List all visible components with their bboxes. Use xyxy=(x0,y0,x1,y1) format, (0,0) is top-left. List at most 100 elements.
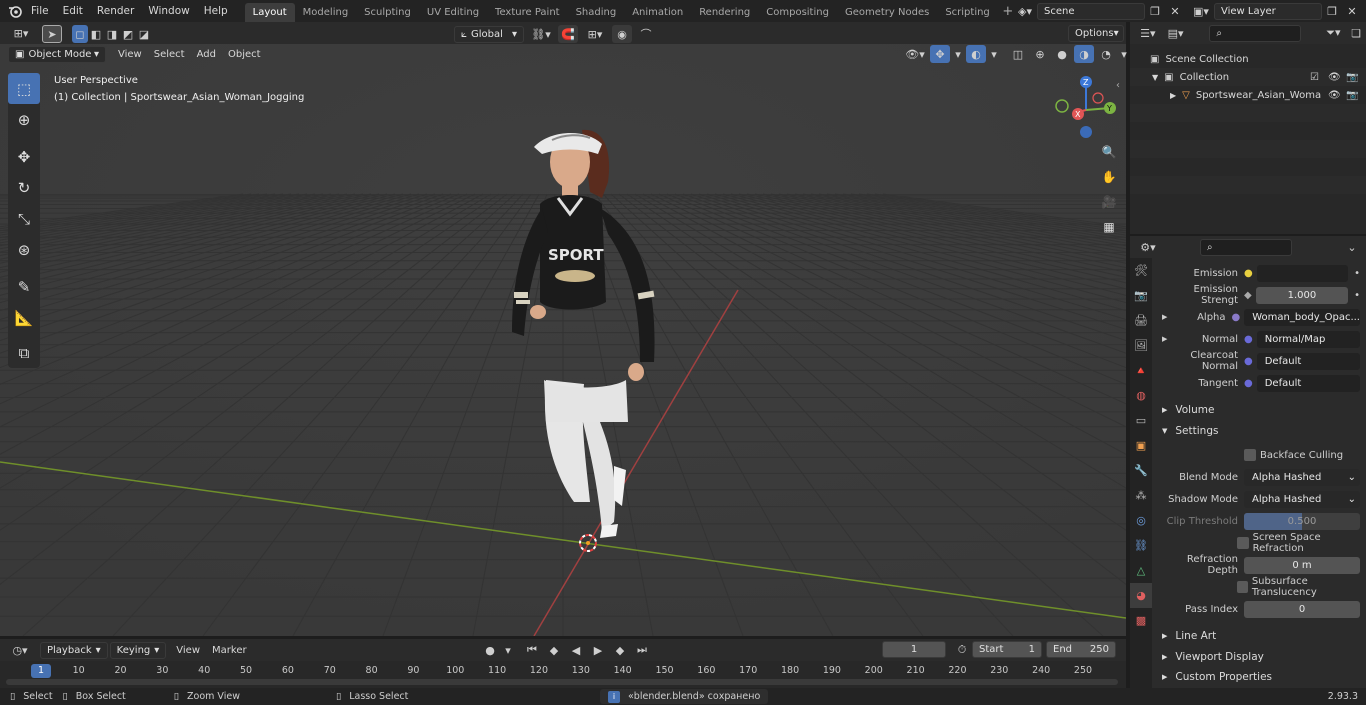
keyframe-dot-icon[interactable]: • xyxy=(1354,268,1360,279)
outliner-search-input[interactable]: ⌕ xyxy=(1209,24,1301,42)
menu-file[interactable]: File xyxy=(24,0,56,22)
tab-uv-editing[interactable]: UV Editing xyxy=(419,3,487,22)
select-new-icon[interactable]: ◻ xyxy=(72,25,88,43)
gizmo-dropdown-icon[interactable]: ▾ xyxy=(952,45,964,63)
particles-tab-icon[interactable]: ⁂ xyxy=(1130,483,1152,508)
constraints-tab-icon[interactable]: ⛓ xyxy=(1130,533,1152,558)
zoom-icon[interactable]: 🔍 xyxy=(1098,141,1120,163)
new-collection-icon[interactable]: ❏ xyxy=(1346,24,1366,42)
eye-icon[interactable]: 👁 xyxy=(1328,72,1341,83)
output-tab-icon[interactable]: 🖨 xyxy=(1130,308,1152,333)
backface-culling-checkbox[interactable] xyxy=(1244,449,1256,461)
modifier-tab-icon[interactable]: 🔧 xyxy=(1130,458,1152,483)
select-extend-icon[interactable]: ◧ xyxy=(88,25,104,43)
current-frame-field[interactable]: 1 xyxy=(882,641,946,658)
expand-arrow-icon[interactable]: ▶ xyxy=(1162,313,1167,321)
exclude-checkbox-icon[interactable]: ☑ xyxy=(1310,72,1319,83)
keying-dropdown[interactable]: Keying ▾ xyxy=(109,641,167,659)
filter-icon[interactable]: ⏷▾ xyxy=(1321,24,1347,42)
transform-orientation-dropdown[interactable]: ⟀ Global ▾ xyxy=(454,25,524,43)
object-tab-icon[interactable]: ▣ xyxy=(1130,433,1152,458)
play-reverse-icon[interactable]: ◀ xyxy=(566,641,586,659)
refraction-depth-field[interactable]: 0 m xyxy=(1244,556,1360,574)
pass-index-field[interactable]: 0 xyxy=(1244,600,1360,618)
render-tab-icon[interactable]: 📷 xyxy=(1130,283,1152,308)
viewlayer-copy-icon[interactable]: ❐ xyxy=(1322,2,1342,20)
texture-tab-icon[interactable]: ▩ xyxy=(1130,608,1152,633)
keyframe-dot-icon[interactable]: • xyxy=(1354,290,1360,301)
overlay-toggle-icon[interactable]: ◐ xyxy=(966,45,986,63)
select-intersect-icon[interactable]: ◪ xyxy=(136,25,152,43)
pivot-point-icon[interactable]: ⛓▾ xyxy=(528,25,554,43)
shading-dropdown-icon[interactable]: ▾ xyxy=(1118,45,1130,63)
menu-render[interactable]: Render xyxy=(90,0,141,22)
emission-strength-field[interactable]: 1.000 xyxy=(1255,286,1349,304)
outliner-editor-type-icon[interactable]: ☰▾ xyxy=(1134,24,1162,42)
move-tool-icon[interactable]: ✥ xyxy=(8,141,40,172)
options-dropdown[interactable]: Options ▾ xyxy=(1068,25,1124,42)
eye-icon[interactable]: 👁 xyxy=(1328,90,1341,101)
shadow-mode-dropdown[interactable]: Alpha Hashed ⌄ xyxy=(1244,490,1360,508)
snap-icon[interactable]: 🧲 xyxy=(558,25,578,43)
visibility-icon[interactable]: 👁▾ xyxy=(902,45,928,63)
add-cube-tool-icon[interactable]: ⧉ xyxy=(8,337,40,368)
data-tab-icon[interactable]: △ xyxy=(1130,558,1152,583)
tab-scripting[interactable]: Scripting xyxy=(937,3,997,22)
tab-compositing[interactable]: Compositing xyxy=(758,3,837,22)
shading-wireframe-icon[interactable]: ⊕ xyxy=(1030,45,1050,63)
clearcoat-normal-field[interactable]: Default xyxy=(1256,352,1360,370)
select-invert-icon[interactable]: ◩ xyxy=(120,25,136,43)
scene-browse-icon[interactable]: ◈▾ xyxy=(1013,2,1037,20)
outliner-row-scene-collection[interactable]: ▣ Scene Collection xyxy=(1130,50,1366,68)
annotate-tool-icon[interactable]: ✎ xyxy=(8,271,40,302)
display-mode-icon[interactable]: ▤▾ xyxy=(1162,24,1190,42)
tab-texture-paint[interactable]: Texture Paint xyxy=(487,3,568,22)
timeline-scrollbar[interactable] xyxy=(6,679,1118,685)
proportional-edit-icon[interactable]: ◉ xyxy=(612,25,632,43)
camera-render-icon[interactable]: 📷 xyxy=(1346,90,1358,101)
world-tab-icon[interactable]: ◍ xyxy=(1130,383,1152,408)
ssr-checkbox[interactable] xyxy=(1237,537,1249,549)
properties-editor-type-icon[interactable]: ⚙▾ xyxy=(1134,238,1162,256)
prev-keyframe-icon[interactable]: ◆ xyxy=(544,641,564,659)
material-tab-icon[interactable]: ◕ xyxy=(1130,583,1152,608)
tab-modeling[interactable]: Modeling xyxy=(295,3,357,22)
xray-icon[interactable]: ◫ xyxy=(1008,45,1028,63)
perspective-grid-icon[interactable]: ▦ xyxy=(1098,216,1120,238)
preview-range-icon[interactable]: ⏱ xyxy=(952,641,972,659)
view-layer-tab-icon[interactable]: 🖼 xyxy=(1130,333,1152,358)
blender-logo-icon[interactable] xyxy=(6,2,24,20)
scene-tab-icon[interactable]: 🔺 xyxy=(1130,358,1152,383)
tab-animation[interactable]: Animation xyxy=(624,3,691,22)
overlay-dropdown-icon[interactable]: ▾ xyxy=(988,45,1000,63)
measure-tool-icon[interactable]: 📐 xyxy=(8,302,40,333)
timeline-menu-view[interactable]: View xyxy=(170,645,206,656)
subsurface-checkbox[interactable] xyxy=(1236,581,1248,593)
record-dropdown-icon[interactable]: ▾ xyxy=(502,641,514,659)
tab-shading[interactable]: Shading xyxy=(568,3,625,22)
outliner-row-collection[interactable]: ▼ ▣ Collection ☑ 👁 📷 xyxy=(1130,68,1366,86)
camera-view-icon[interactable]: 🎥 xyxy=(1098,191,1120,213)
select-subtract-icon[interactable]: ◨ xyxy=(104,25,120,43)
jump-start-icon[interactable]: ⏮ xyxy=(522,641,542,659)
line-art-section-header[interactable]: ▶ Line Art xyxy=(1154,626,1366,646)
timeline-menu-marker[interactable]: Marker xyxy=(206,645,253,656)
scene-remove-icon[interactable]: ✕ xyxy=(1165,2,1185,20)
viewport-display-section-header[interactable]: ▶ Viewport Display xyxy=(1154,647,1366,667)
settings-section-header[interactable]: ▼ Settings xyxy=(1154,421,1366,441)
shading-rendered-icon[interactable]: ◔ xyxy=(1096,45,1116,63)
outliner-row-object[interactable]: ▶ ▽ Sportswear_Asian_Woma 👁 📷 xyxy=(1130,86,1366,104)
clip-threshold-slider[interactable]: 0.500 xyxy=(1244,512,1360,530)
navigation-gizmo[interactable]: Z Y X xyxy=(1050,74,1120,144)
expand-arrow-icon[interactable]: ▼ xyxy=(1152,73,1158,82)
expand-arrow-icon[interactable]: ▶ xyxy=(1162,335,1167,343)
tangent-field[interactable]: Default xyxy=(1256,374,1360,392)
select-box-tool-icon[interactable]: ⬚ xyxy=(8,73,40,104)
menu-view[interactable]: View xyxy=(112,49,148,60)
next-keyframe-icon[interactable]: ◆ xyxy=(610,641,630,659)
jump-end-icon[interactable]: ⏭ xyxy=(632,641,652,659)
custom-properties-section-header[interactable]: ▶ Custom Properties xyxy=(1154,667,1366,687)
menu-add[interactable]: Add xyxy=(191,49,222,60)
menu-object[interactable]: Object xyxy=(222,49,267,60)
expand-arrow-icon[interactable]: ▶ xyxy=(1170,91,1176,100)
